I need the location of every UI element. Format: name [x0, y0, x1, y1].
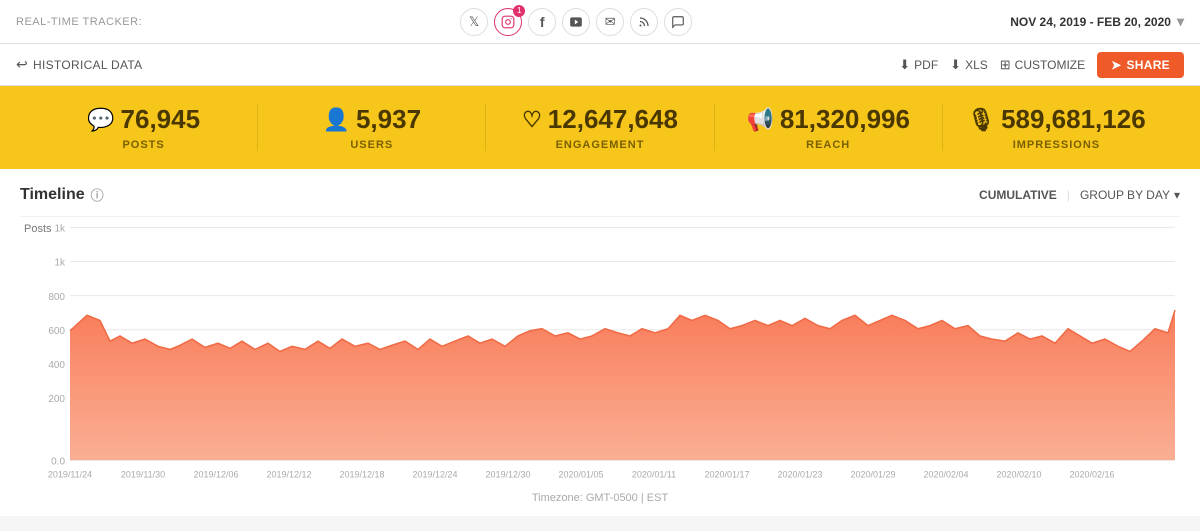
chart-title-text: Timeline	[20, 186, 85, 204]
group-by-chevron-icon: ▾	[1174, 188, 1180, 202]
svg-text:200: 200	[48, 394, 65, 405]
xls-button[interactable]: ⬇ XLS	[950, 57, 988, 73]
cumulative-toggle[interactable]: CUMULATIVE	[979, 188, 1057, 202]
chart-title: Timeline ⓘ	[20, 185, 104, 204]
chart-y-axis-label: Posts	[24, 223, 52, 235]
svg-text:2020/01/05: 2020/01/05	[559, 470, 604, 480]
chart-header: Timeline ⓘ CUMULATIVE | GROUP BY DAY ▾	[20, 185, 1180, 204]
chart-section: Timeline ⓘ CUMULATIVE | GROUP BY DAY ▾ P…	[0, 169, 1200, 516]
history-icon: ↩	[16, 56, 28, 73]
svg-text:2020/01/29: 2020/01/29	[851, 470, 896, 480]
twitter-icon[interactable]: 𝕏	[460, 8, 488, 36]
stat-icon: 📢	[746, 107, 773, 133]
stat-icon: ♡	[522, 107, 542, 133]
svg-text:1k: 1k	[54, 223, 65, 234]
timeline-chart: 1k 1k 800 600 400 200 0.0 2019/11/24 201…	[20, 217, 1180, 486]
historical-data-button[interactable]: ↩ HISTORICAL DATA	[16, 56, 142, 73]
facebook-icon[interactable]: f	[528, 8, 556, 36]
chat-icon[interactable]	[664, 8, 692, 36]
stat-icon: 👤	[323, 107, 350, 133]
stat-number: 589,681,126	[1001, 104, 1146, 135]
stat-value: 💬 76,945	[87, 104, 200, 135]
stat-label: REACH	[806, 139, 850, 151]
svg-text:2019/11/24: 2019/11/24	[48, 470, 92, 480]
stat-value: 📢 81,320,996	[746, 104, 910, 135]
stat-label: POSTS	[122, 139, 164, 151]
chart-controls: CUMULATIVE | GROUP BY DAY ▾	[979, 188, 1180, 202]
youtube-icon[interactable]	[562, 8, 590, 36]
rss-icon[interactable]	[630, 8, 658, 36]
stat-value: 👤 5,937	[323, 104, 421, 135]
svg-text:2019/12/06: 2019/12/06	[194, 470, 239, 480]
real-time-label: REAL-TIME TRACKER:	[16, 16, 142, 28]
share-icon: ➤	[1111, 58, 1121, 72]
pdf-button[interactable]: ⬇ PDF	[899, 57, 938, 73]
svg-text:2020/01/17: 2020/01/17	[705, 470, 750, 480]
top-bar: REAL-TIME TRACKER: 𝕏 1 f ✉ NOV 24, 2019 …	[0, 0, 1200, 44]
download-pdf-icon: ⬇	[899, 57, 910, 73]
svg-text:1k: 1k	[54, 257, 65, 268]
svg-text:2020/01/11: 2020/01/11	[632, 470, 676, 480]
social-icons-container: 𝕏 1 f ✉	[460, 8, 692, 36]
xls-label: XLS	[965, 58, 988, 72]
stat-item-posts: 💬 76,945 POSTS	[30, 104, 258, 151]
customize-label: CUSTOMIZE	[1015, 58, 1085, 72]
svg-text:2020/02/04: 2020/02/04	[924, 470, 969, 480]
toolbar-actions: ⬇ PDF ⬇ XLS ⊞ CUSTOMIZE ➤ SHARE	[899, 52, 1184, 78]
pdf-label: PDF	[914, 58, 938, 72]
stat-item-engagement: ♡ 12,647,648 ENGAGEMENT	[486, 104, 714, 151]
stat-item-reach: 📢 81,320,996 REACH	[715, 104, 943, 151]
stat-number: 76,945	[121, 104, 201, 135]
svg-text:2019/12/24: 2019/12/24	[413, 470, 458, 480]
svg-text:0.0: 0.0	[51, 456, 65, 467]
date-chevron-icon: ▾	[1177, 13, 1184, 30]
svg-text:2019/12/12: 2019/12/12	[267, 470, 312, 480]
stat-number: 12,647,648	[548, 104, 678, 135]
toolbar: ↩ HISTORICAL DATA ⬇ PDF ⬇ XLS ⊞ CUSTOMIZ…	[0, 44, 1200, 86]
email-icon[interactable]: ✉	[596, 8, 624, 36]
group-by-label: GROUP BY DAY	[1080, 188, 1170, 202]
stat-icon: 💬	[87, 107, 114, 133]
stat-value: 🎙 589,681,126	[967, 104, 1146, 135]
date-range[interactable]: NOV 24, 2019 - FEB 20, 2020 ▾	[1010, 13, 1184, 30]
customize-icon: ⊞	[1000, 57, 1011, 73]
svg-text:800: 800	[48, 292, 65, 303]
stats-bar: 💬 76,945 POSTS 👤 5,937 USERS ♡ 12,647,64…	[0, 86, 1200, 169]
stat-label: ENGAGEMENT	[556, 139, 645, 151]
instagram-badge: 1	[513, 5, 525, 17]
stat-value: ♡ 12,647,648	[522, 104, 678, 135]
timezone-label: Timezone: GMT-0500 | EST	[20, 486, 1180, 506]
stat-item-impressions: 🎙 589,681,126 IMPRESSIONS	[943, 104, 1170, 151]
historical-label: HISTORICAL DATA	[33, 58, 142, 72]
stat-icon: 🎙	[967, 107, 995, 133]
stat-number: 5,937	[356, 104, 421, 135]
svg-text:2020/02/10: 2020/02/10	[997, 470, 1042, 480]
stat-number: 81,320,996	[780, 104, 910, 135]
download-xls-icon: ⬇	[950, 57, 961, 73]
customize-button[interactable]: ⊞ CUSTOMIZE	[1000, 57, 1085, 73]
svg-text:400: 400	[48, 360, 65, 371]
instagram-icon[interactable]: 1	[494, 8, 522, 36]
svg-text:600: 600	[48, 326, 65, 337]
share-button[interactable]: ➤ SHARE	[1097, 52, 1184, 78]
stat-label: USERS	[350, 139, 393, 151]
svg-text:2020/02/16: 2020/02/16	[1070, 470, 1115, 480]
svg-text:2019/11/30: 2019/11/30	[121, 470, 165, 480]
stat-item-users: 👤 5,937 USERS	[258, 104, 486, 151]
chart-container: Posts 1k 1k 800 600 400 200 0.0	[20, 216, 1180, 486]
svg-text:2019/12/18: 2019/12/18	[340, 470, 385, 480]
stat-label: IMPRESSIONS	[1013, 139, 1100, 151]
svg-text:2020/01/23: 2020/01/23	[778, 470, 823, 480]
info-icon[interactable]: ⓘ	[91, 185, 104, 204]
controls-separator: |	[1067, 188, 1070, 202]
svg-text:2019/12/30: 2019/12/30	[486, 470, 531, 480]
share-label: SHARE	[1126, 58, 1170, 72]
group-by-dropdown[interactable]: GROUP BY DAY ▾	[1080, 188, 1180, 202]
date-range-text: NOV 24, 2019 - FEB 20, 2020	[1010, 15, 1171, 29]
